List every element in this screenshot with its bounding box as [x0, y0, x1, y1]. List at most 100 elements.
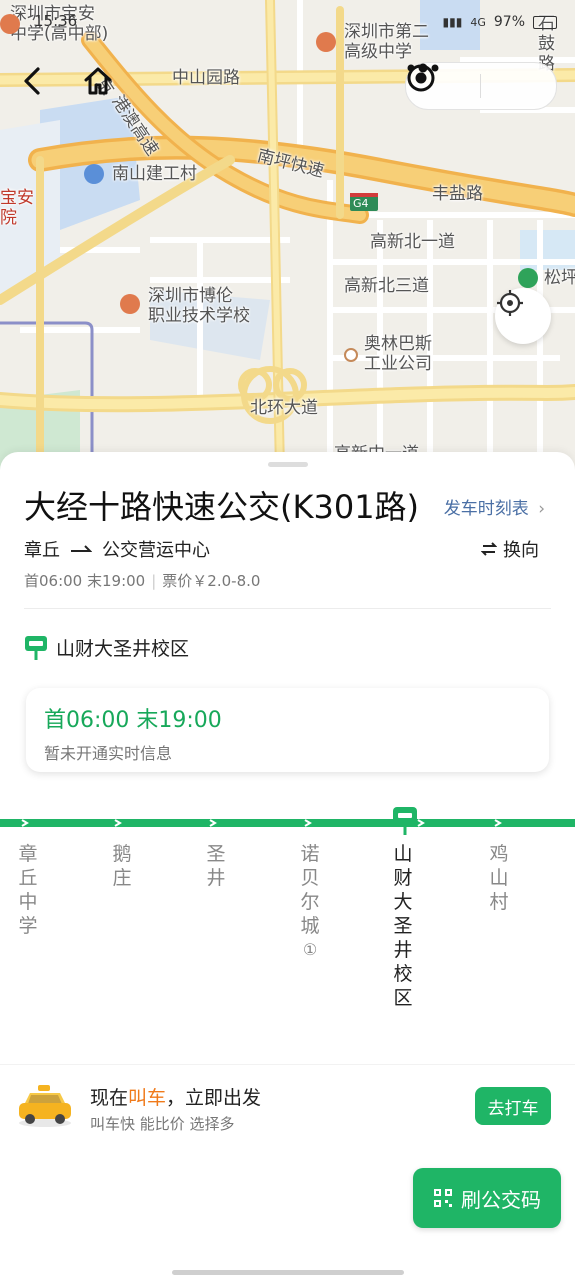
school-poi-icon: [316, 32, 336, 52]
destination-stop: 公交营运中心: [102, 540, 210, 561]
card-service-hours: 首06:00 末19:00: [44, 708, 222, 733]
taxi-title-suffix: ，立即出发: [166, 1087, 262, 1109]
map-label-poi: 南山建工村: [112, 164, 197, 184]
home-button[interactable]: [82, 66, 118, 106]
map-label-road: 丰盐路: [432, 184, 483, 204]
bus-code-label: 刷公交码: [461, 1187, 541, 1212]
stop-name-char: 井: [206, 867, 226, 889]
taxi-title-highlight: 叫车: [128, 1087, 167, 1109]
taxi-car-icon: [19, 1085, 71, 1127]
current-stop-row: 山财大圣井校区: [24, 634, 189, 661]
network-type: 4G: [470, 15, 486, 29]
stop-name-char: 中: [18, 891, 38, 913]
stop-name-char: 区: [393, 987, 413, 1009]
chevron-right-icon: ›: [538, 499, 545, 519]
fare: 票价￥2.0-8.0: [162, 572, 261, 590]
route-meta: 首06:00 末19:00 | 票价￥2.0-8.0: [24, 570, 260, 591]
stop-name-char: 圣: [206, 843, 226, 865]
current-stop-marker-icon: [393, 807, 417, 835]
stop-item[interactable]: 圣井: [204, 842, 228, 890]
current-stop-name: 山财大圣井校区: [56, 638, 190, 660]
taxi-promo-banner[interactable]: 现在叫车，立即出发 叫车快 能比价 选择多 去打车: [0, 1064, 575, 1149]
map-label-poi: 松坪: [544, 268, 575, 288]
status-time: 15:36: [34, 12, 78, 30]
origin-stop: 章丘: [24, 540, 60, 561]
map-label-poi: 宝安 院: [0, 188, 34, 228]
taxi-promo-subtitle: 叫车快 能比价 选择多: [90, 1115, 235, 1133]
back-button[interactable]: [22, 66, 56, 106]
stop-name-char: 鹅: [112, 843, 132, 865]
qr-code-icon: [434, 1189, 452, 1207]
battery-level: 97%: [493, 14, 525, 30]
map-label-road: 高新北一道: [370, 232, 455, 252]
stop-item[interactable]: 鹅庄: [110, 842, 134, 890]
swap-label: 换向: [503, 540, 539, 561]
home-indicator: [172, 1270, 404, 1275]
bus-code-button[interactable]: 刷公交码: [413, 1168, 561, 1228]
map-label-poi: 深圳市博伦 职业技术学校: [148, 286, 250, 326]
status-bar: ▮▮▮ 4G 97%: [443, 14, 557, 30]
stop-name-char: 丘: [18, 867, 38, 889]
stop-name-char: 山: [489, 867, 509, 889]
school-poi-icon: [0, 14, 20, 34]
stop-name-char: 财: [393, 867, 413, 889]
stop-name-char: 章: [18, 843, 38, 865]
go-taxi-button[interactable]: 去打车: [475, 1087, 551, 1125]
stop-name-char: 大: [393, 891, 413, 913]
map-label-road: 中山园路: [172, 68, 240, 88]
chevron-left-icon: [24, 67, 40, 95]
realtime-status: 暂未开通实时信息: [44, 744, 173, 763]
service-hours: 首06:00 末19:00: [24, 572, 146, 590]
divider: [24, 608, 551, 609]
stop-item[interactable]: 诺贝尔城 ①: [298, 842, 322, 962]
stop-name-char: 校: [393, 963, 413, 985]
battery-icon: [533, 15, 557, 29]
signal-icon: ▮▮▮: [442, 15, 463, 29]
swap-direction-button[interactable]: 换向: [481, 536, 539, 562]
timetable-link[interactable]: 发车时刻表 ›: [444, 494, 545, 519]
home-icon: [84, 67, 112, 95]
map-view[interactable]: 深圳市宝安 中学(高中部) 深圳市第二 高级中学 中山园路 石 鼓 路 京 港澳…: [0, 0, 575, 470]
stop-name-char: ①: [302, 940, 318, 959]
close-miniprogram-button[interactable]: [407, 63, 556, 109]
swap-icon: [481, 542, 497, 556]
stop-name-char: 诺: [300, 843, 320, 865]
stop-name-char: 鸡: [489, 843, 509, 865]
map-label-g4: G4: [353, 197, 369, 210]
stop-name-char: 城: [300, 915, 320, 937]
map-label-road: 高新北三道: [344, 276, 429, 296]
stop-item[interactable]: 鸡山村: [487, 842, 511, 914]
stop-name-char: 井: [393, 939, 413, 961]
residential-poi-icon: [84, 164, 104, 184]
arrival-info-card: 首06:00 末19:00 暂未开通实时信息: [26, 688, 549, 772]
drag-handle[interactable]: [268, 462, 308, 467]
route-direction: 章丘 公交营运中心: [24, 536, 210, 562]
stop-name-char: 村: [489, 891, 509, 913]
route-detail-sheet: 大经十路快速公交(K301路) 发车时刻表 › 章丘 公交营运中心 换向 首06…: [0, 452, 575, 1280]
stop-item[interactable]: 章丘中学: [16, 842, 40, 938]
timetable-link-label: 发车时刻表: [443, 499, 529, 519]
stop-item[interactable]: 山财大圣井校区: [391, 842, 415, 1010]
target-circle-icon: [407, 64, 435, 92]
bus-stop-icon: [25, 635, 47, 660]
crosshair-icon: [497, 290, 523, 316]
stop-name-char: 贝: [300, 867, 320, 889]
park-poi-icon: [518, 268, 538, 288]
taxi-promo-title: 现在叫车，立即出发: [90, 1083, 261, 1110]
company-poi-icon: [344, 348, 358, 362]
miniprogram-capsule: [405, 62, 557, 110]
school-poi-icon: [120, 294, 140, 314]
arrow-right-icon: [71, 545, 92, 552]
route-line: [0, 819, 575, 827]
route-title: 大经十路快速公交(K301路): [24, 488, 420, 526]
stop-name-char: 圣: [393, 915, 413, 937]
stop-name-char: 学: [18, 915, 38, 937]
stop-name-char: 山: [393, 843, 413, 865]
map-label-school-2: 深圳市第二 高级中学: [344, 22, 429, 62]
stop-name-char: 庄: [112, 867, 132, 889]
locate-button[interactable]: [495, 288, 551, 344]
stop-name-char: 尔: [300, 891, 320, 913]
meta-divider: |: [151, 572, 157, 590]
map-label-poi: 奥林巴斯 工业公司: [364, 334, 432, 374]
map-label-road: 北环大道: [250, 398, 318, 418]
